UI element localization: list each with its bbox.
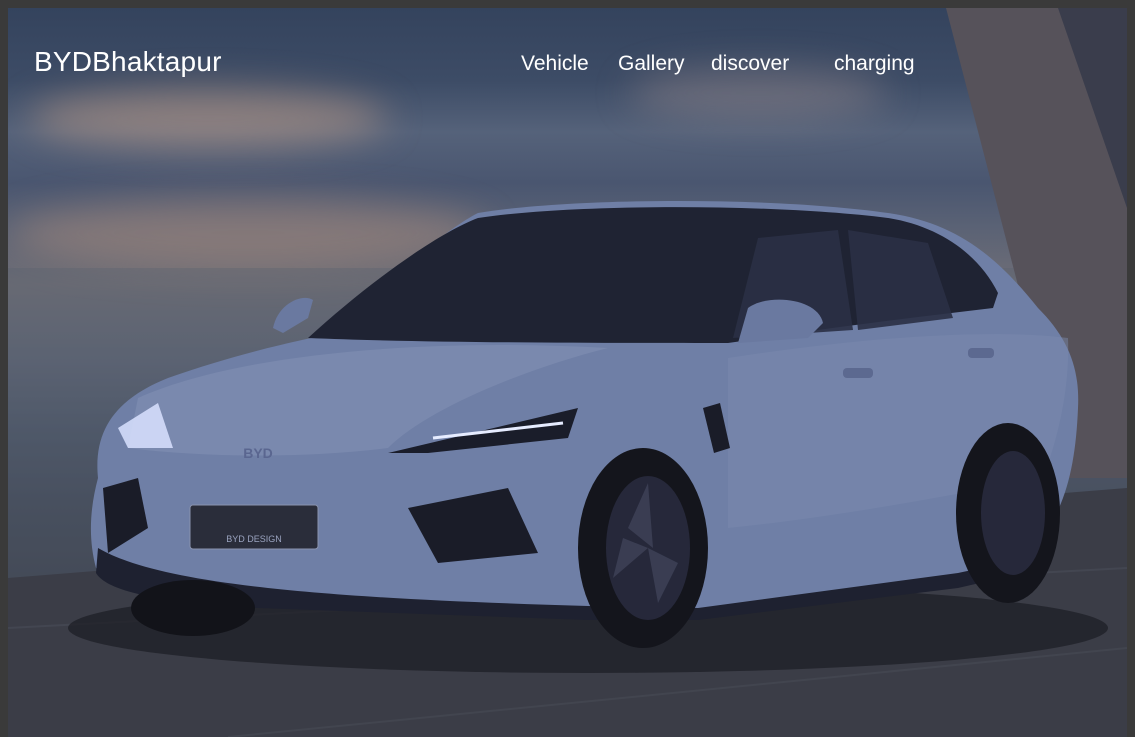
hero-section: BYD DESIGN BYD BYDBhaktapur Vehicle Gall… bbox=[8, 8, 1127, 737]
rear-wheel bbox=[956, 423, 1060, 603]
nav-charging[interactable]: charging bbox=[834, 52, 915, 76]
front-wheel bbox=[578, 448, 708, 648]
page-frame: BYD DESIGN BYD BYDBhaktapur Vehicle Gall… bbox=[0, 0, 1135, 737]
plate-text: BYD DESIGN bbox=[226, 534, 282, 544]
car-photo: BYD DESIGN BYD bbox=[8, 8, 1127, 737]
nav-discover[interactable]: discover bbox=[711, 52, 789, 76]
front-left-wheel bbox=[131, 580, 255, 636]
car-logo: BYD bbox=[243, 445, 273, 461]
nav-gallery[interactable]: Gallery bbox=[618, 52, 685, 76]
nav-vehicle[interactable]: Vehicle bbox=[521, 52, 589, 76]
main-nav: Vehicle Gallery discover charging bbox=[8, 52, 1127, 82]
